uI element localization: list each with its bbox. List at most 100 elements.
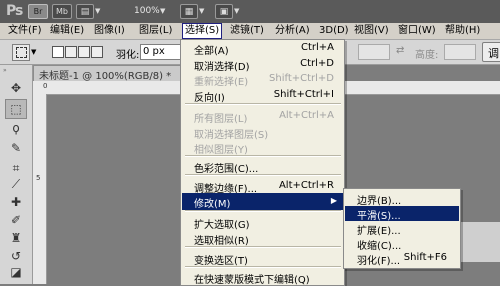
menu-item-select-all[interactable]: 全部(A) Ctrl+A — [182, 40, 343, 57]
healing-brush-icon[interactable]: ✚ — [6, 193, 26, 211]
menu-item-label: 重新选择(E) — [194, 77, 249, 88]
feather-value: 0 px — [143, 46, 165, 57]
document-tab[interactable]: 未标题-1 @ 100%(RGB/8) * — [33, 65, 185, 82]
eraser-icon[interactable]: ◪ — [6, 263, 26, 281]
menu-edit[interactable]: 编辑(E) — [48, 24, 86, 38]
zoom-chevron-down-icon[interactable]: ▼ — [160, 7, 165, 15]
menu-separator — [185, 266, 341, 268]
collapse-panel-icon[interactable]: » — [3, 67, 7, 74]
move-icon[interactable]: ✥ — [6, 79, 26, 97]
menu-separator — [185, 210, 341, 212]
submenu-item-label: 收缩(C)... — [357, 241, 402, 252]
application-bar: Ps Br Mb ▤ ▼ 100% ▼ ▦ ▼ ▣ ▼ — [0, 0, 500, 24]
new-selection-icon[interactable] — [52, 46, 64, 58]
menu-item-shortcut: Ctrl+D — [300, 58, 334, 69]
arrange-chevron-down-icon[interactable]: ▼ — [199, 7, 204, 15]
screen-mode-icon: ▣ — [219, 7, 229, 17]
menu-item-similar-layers[interactable]: 相似图层(Y) — [182, 139, 343, 156]
menu-layer[interactable]: 图层(L) — [137, 24, 174, 38]
quick-select-icon[interactable]: ✎ — [6, 139, 26, 157]
brush-icon[interactable]: ✐ — [6, 211, 26, 229]
menu-item-grow[interactable]: 扩大选取(G) — [182, 214, 343, 231]
swap-icon[interactable]: ⇄ — [396, 45, 404, 56]
tools-panel: » ✥ ⬚ ϙ ✎ ⌗ ⟋ ✚ ✐ ♜ ↺ ◪ — [0, 65, 33, 284]
submenu-item-label: 羽化(F)... — [357, 256, 401, 267]
menu-item-reselect[interactable]: 重新选择(E) Shift+Ctrl+D — [182, 71, 343, 88]
menu-separator — [185, 246, 341, 248]
clone-stamp-icon[interactable]: ♜ — [6, 229, 26, 247]
submenu-item-feather[interactable]: 羽化(F)... Shift+F6 — [345, 251, 459, 267]
ruler-mark: 5 — [36, 174, 41, 182]
marquee-preset-icon — [16, 47, 27, 58]
width-input[interactable] — [358, 44, 390, 60]
feather-input[interactable]: 0 px — [140, 44, 182, 60]
submenu-item-border[interactable]: 边界(B)... — [345, 191, 459, 207]
menu-item-label: 所有图层(L) — [194, 114, 248, 125]
menu-item-label: 修改(M) — [194, 199, 231, 210]
grid-icon: ▤ — [80, 7, 90, 17]
menu-item-shortcut: Alt+Ctrl+R — [278, 180, 334, 191]
add-selection-icon[interactable] — [65, 46, 77, 58]
menu-select[interactable]: 选择(S) — [182, 23, 223, 39]
menu-item-label: 变换选区(T) — [194, 256, 248, 267]
arrange-documents-button[interactable]: ▦ — [180, 4, 198, 19]
submenu-item-label: 边界(B)... — [357, 196, 402, 207]
menu-item-shortcut: Shift+Ctrl+I — [273, 89, 334, 100]
menu-item-color-range[interactable]: 色彩范围(C)... — [182, 158, 343, 175]
marquee-icon[interactable]: ⬚ — [5, 99, 27, 119]
submenu-item-contract[interactable]: 收缩(C)... — [345, 236, 459, 252]
select-menu-dropdown: 全部(A) Ctrl+A 取消选择(D) Ctrl+D 重新选择(E) Shif… — [180, 39, 345, 286]
feather-label: 羽化: — [116, 50, 140, 61]
lasso-icon[interactable]: ϙ — [6, 119, 26, 137]
intersect-selection-icon[interactable] — [91, 46, 103, 58]
screen-mode-button[interactable]: ▣ — [215, 4, 233, 19]
menu-item-quick-mask[interactable]: 在快速蒙版模式下编辑(Q) — [182, 269, 343, 286]
menu-item-shortcut: Ctrl+A — [300, 42, 334, 53]
menu-item-label: 扩大选取(G) — [194, 220, 250, 231]
menu-item-modify[interactable]: 修改(M) ▶ — [182, 193, 343, 210]
menu-item-transform-selection[interactable]: 变换选区(T) — [182, 250, 343, 267]
menu-filter[interactable]: 滤镜(T) — [228, 24, 266, 38]
menu-item-label: 色彩范围(C)... — [194, 164, 259, 175]
modify-submenu: 边界(B)... 平滑(S)... 扩展(E)... 收缩(C)... 羽化(F… — [343, 188, 461, 269]
menu-item-label: 全部(A) — [194, 46, 229, 57]
height-input[interactable] — [444, 44, 476, 60]
photoshop-logo: Ps — [6, 3, 23, 19]
refine-edge-button[interactable]: 调 — [482, 42, 500, 62]
menu-item-all-layers[interactable]: 所有图层(L) Alt+Ctrl+A — [182, 108, 343, 125]
eyedropper-icon[interactable]: ⟋ — [6, 175, 26, 193]
menu-analysis[interactable]: 分析(A) — [273, 24, 312, 38]
tool-preset-picker[interactable] — [12, 44, 30, 61]
submenu-item-label: 扩展(E)... — [357, 226, 401, 237]
screen-chevron-down-icon[interactable]: ▼ — [234, 7, 239, 15]
menu-item-shortcut: Shift+Ctrl+D — [269, 73, 334, 84]
menu-file[interactable]: 文件(F) — [6, 24, 44, 38]
menu-bar: 文件(F) 编辑(E) 图像(I) 图层(L) 选择(S) 滤镜(T) 分析(A… — [0, 23, 500, 40]
ruler-mark: 0 — [43, 82, 48, 90]
bridge-button[interactable]: Br — [28, 4, 48, 19]
menu-help[interactable]: 帮助(H) — [443, 24, 482, 38]
submenu-arrow-icon: ▶ — [330, 196, 337, 205]
menu-item-similar[interactable]: 选取相似(R) — [182, 230, 343, 247]
layout-icon: ▦ — [184, 7, 194, 17]
menu-3d[interactable]: 3D(D) — [317, 24, 351, 38]
menu-item-label: 反向(I) — [194, 93, 225, 104]
menu-separator — [185, 174, 341, 176]
zoom-level[interactable]: 100% — [134, 6, 160, 16]
menu-item-label: 相似图层(Y) — [194, 145, 248, 156]
submenu-item-smooth[interactable]: 平滑(S)... — [345, 206, 459, 222]
height-label: 高度: — [415, 50, 439, 61]
menu-view[interactable]: 视图(V) — [352, 24, 391, 38]
submenu-item-expand[interactable]: 扩展(E)... — [345, 221, 459, 237]
mini-bridge-button[interactable]: Mb — [52, 4, 72, 19]
submenu-item-shortcut: Shift+F6 — [403, 252, 447, 263]
menu-item-label: 选取相似(R) — [194, 236, 249, 247]
view-extras-button[interactable]: ▤ — [76, 4, 94, 19]
submenu-item-label: 平滑(S)... — [357, 211, 401, 222]
menu-window[interactable]: 窗口(W) — [396, 24, 438, 38]
preset-chevron-down-icon[interactable]: ▼ — [31, 48, 36, 56]
menu-item-inverse[interactable]: 反向(I) Shift+Ctrl+I — [182, 87, 343, 104]
menu-image[interactable]: 图像(I) — [92, 24, 127, 38]
subtract-selection-icon[interactable] — [78, 46, 90, 58]
chevron-down-icon[interactable]: ▼ — [95, 7, 100, 15]
